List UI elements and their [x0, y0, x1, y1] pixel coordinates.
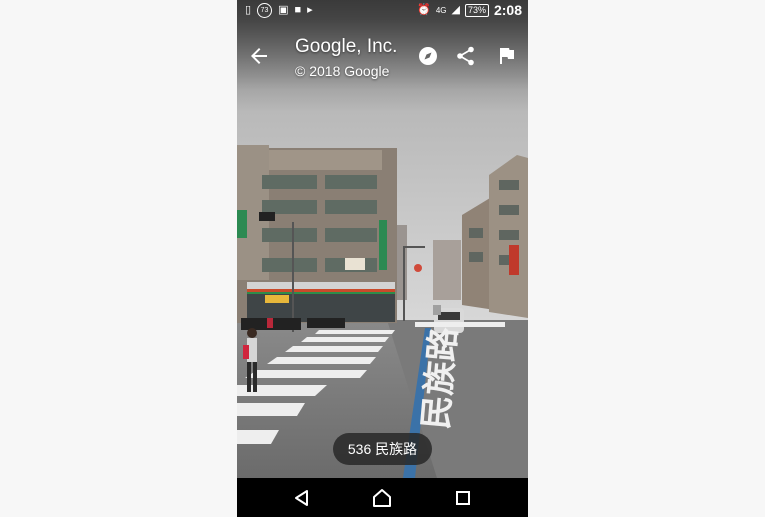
network-type-label: 4G — [435, 5, 447, 15]
share-button[interactable] — [454, 44, 478, 68]
share-icon — [457, 46, 474, 66]
notification-count-badge: 73 — [257, 2, 273, 18]
battery-indicator: 73% — [464, 3, 489, 17]
sim-card-icon: ▯ — [245, 4, 252, 16]
address-chip[interactable]: 536 民族路 — [333, 433, 432, 465]
alarm-clock-icon: ⏰ — [417, 4, 431, 16]
clock-time: 2:08 — [493, 2, 522, 18]
status-bar: ▯ 73 ▣ ■ ▸ ⏰ 4G ◢ 73% 2:08 — [237, 0, 528, 20]
location-title: Google, Inc. — [295, 36, 398, 57]
android-navigation-bar — [237, 478, 528, 517]
street-view-top-bar: Google, Inc. © 2018 Google — [237, 20, 528, 90]
compass-button[interactable] — [416, 44, 440, 68]
phone-screen: 民族路 ▯ 73 ▣ ■ ▸ ⏰ 4G ◢ 73% 2:08 Google, I… — [237, 0, 528, 517]
nav-recents-button[interactable] — [451, 486, 475, 510]
circle-home-icon — [373, 489, 391, 507]
flag-icon — [500, 48, 514, 64]
image-notification-icon: ▣ — [278, 4, 289, 16]
nav-home-button[interactable] — [370, 486, 394, 510]
square-recents-icon — [456, 491, 470, 505]
report-image-button[interactable] — [494, 44, 518, 68]
back-button[interactable] — [247, 44, 271, 68]
arrow-left-icon — [251, 48, 267, 64]
compass-icon — [419, 47, 437, 65]
image-attribution: © 2018 Google — [295, 63, 390, 79]
nav-back-button[interactable] — [290, 486, 314, 510]
play-store-icon: ▸ — [307, 4, 313, 16]
signal-strength-icon: ◢ — [451, 4, 460, 16]
triangle-back-icon — [295, 490, 308, 506]
app-notification-icon: ■ — [294, 4, 302, 16]
